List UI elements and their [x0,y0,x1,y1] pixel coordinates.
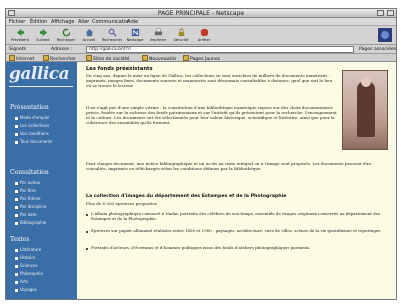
sidebar-item[interactable]: Par thème [20,196,75,202]
section-subheading: Plus de 6 000 épreuves proposées [86,201,157,206]
stop-label: Arrêter [197,38,211,42]
sidebar-item[interactable]: Philosophie [20,271,75,277]
list-item[interactable]: Épreuves sur papier albuminé réalisées e… [86,228,382,234]
related-pages-button[interactable]: Pages associées [359,46,396,53]
security-button[interactable]: Sécurité [171,27,191,44]
bullet-icon [15,125,18,128]
url-input[interactable] [86,46,354,53]
zoom-box-icon[interactable] [377,10,384,16]
bullet-icon [15,141,18,144]
navigation-toolbar: Précédent Suivant Recharger Accueil Rech… [6,26,396,45]
sidebar-section-presentation[interactable]: Présentation [10,104,49,111]
title-bar: PAGE PRINCIPALE - Netscape [6,9,396,18]
bullet-icon [15,281,18,284]
forward-button[interactable]: Suivant [33,27,53,44]
bullet-icon [15,273,18,276]
search-button[interactable]: Rechercher [102,27,122,44]
photo-figure [357,81,375,137]
browser-screenshot: PAGE PRINCIPALE - Netscape Fichier Éditi… [0,0,401,304]
bullet-icon [15,198,18,201]
bullet-icon [15,249,18,252]
menu-edition[interactable]: Édition [30,19,47,25]
sidebar-section-textes[interactable]: Textes [10,236,30,243]
forward-arrow-icon [39,28,48,37]
reload-icon [62,28,71,37]
back-arrow-icon [16,28,25,37]
netscape-button[interactable]: Netscape [125,27,145,44]
bullet-icon [15,133,18,136]
sidebar-section-consultation[interactable]: Consultation [10,169,49,176]
bullet-icon [15,206,18,209]
main-content: Les fonds préexistants En cinq ans, depu… [77,62,396,299]
list-item[interactable]: Portraits d'acteurs, d'écrivains et d'ho… [86,245,382,251]
bullet-icon [15,265,18,268]
menu-fichier[interactable]: Fichier [9,19,25,25]
sidebar-item[interactable]: Par date [20,212,75,218]
bullet-icon [15,214,18,217]
page-title: Les fonds préexistants [86,66,153,72]
personal-toolbar: Internet Rechercher Sites de société Nou… [6,54,396,62]
window-title: PAGE PRINCIPALE - Netscape [157,10,245,17]
sidebar-item[interactable]: Voyages [20,287,75,293]
sidebar-item[interactable]: Vos conditions [20,131,75,137]
stop-button[interactable]: Arrêter [194,27,214,44]
home-icon [85,28,94,37]
bookmarks-button[interactable]: Signets [9,46,26,53]
logo-underline [9,86,73,87]
portrait-photo[interactable] [342,70,388,150]
lock-icon [178,28,185,37]
sidebar-item[interactable]: Mode d'emploi [20,115,75,121]
netscape-throbber-icon [378,28,392,42]
photo-face [361,77,371,87]
collapse-box-icon[interactable] [387,10,394,16]
print-button[interactable]: Imprimer [148,27,168,44]
sidebar-item[interactable]: Histoire [20,255,75,261]
body-paragraph: Pour chaque document, une notice bibliog… [86,161,372,171]
search-icon [108,28,117,37]
vertical-scrollbar[interactable] [396,62,397,300]
site-sidebar: gallica Présentation Mode d'emploi Les c… [6,62,77,299]
reload-button[interactable]: Recharger [56,27,76,44]
sidebar-item[interactable]: Par discipline [20,204,75,210]
gallica-logo[interactable]: gallica [9,64,70,84]
bullet-icon [15,117,18,120]
bullet-icon [15,222,18,225]
location-label: Adresse : [51,47,73,52]
netscape-icon [131,28,140,37]
print-icon [154,28,163,36]
list-item[interactable]: L'album photographique consacré à Nadar,… [86,211,382,222]
sidebar-item[interactable]: Littérature [20,247,75,253]
menu-communicator[interactable]: Communicator [92,19,129,25]
home-button[interactable]: Accueil [79,27,99,44]
back-button[interactable]: Précédent [10,27,30,44]
menu-bar: Fichier Édition Affichage Aller Communic… [6,18,396,26]
sidebar-item[interactable]: Bibliographie [20,220,75,226]
sidebar-item[interactable]: Par titre [20,188,75,194]
sidebar-item[interactable]: Tous documents [20,139,75,145]
bullet-icon [15,289,18,292]
sidebar-item[interactable]: Arts [20,279,75,285]
body-paragraph: Il ne s'agit pas d'une simple vitrine : … [86,105,337,125]
location-bar: Signets Adresse : Pages associées [6,45,396,54]
sidebar-item[interactable]: Les collections [20,123,75,129]
sidebar-item[interactable]: Par auteur [20,180,75,186]
intro-paragraph: En cinq ans, depuis la mise en ligne de … [86,73,333,88]
sidebar-item[interactable]: Sciences [20,263,75,269]
menu-aide[interactable]: Aide [127,19,138,25]
stop-icon [200,28,209,37]
bullet-icon [15,182,18,185]
section-heading: La collection d'images du département de… [86,194,287,199]
bullet-icon [15,190,18,193]
menu-aller[interactable]: Aller [78,19,89,25]
menu-affichage[interactable]: Affichage [51,19,75,25]
browser-window: PAGE PRINCIPALE - Netscape Fichier Éditi… [5,8,397,300]
close-box-icon[interactable] [8,10,15,16]
bullet-icon [15,257,18,260]
